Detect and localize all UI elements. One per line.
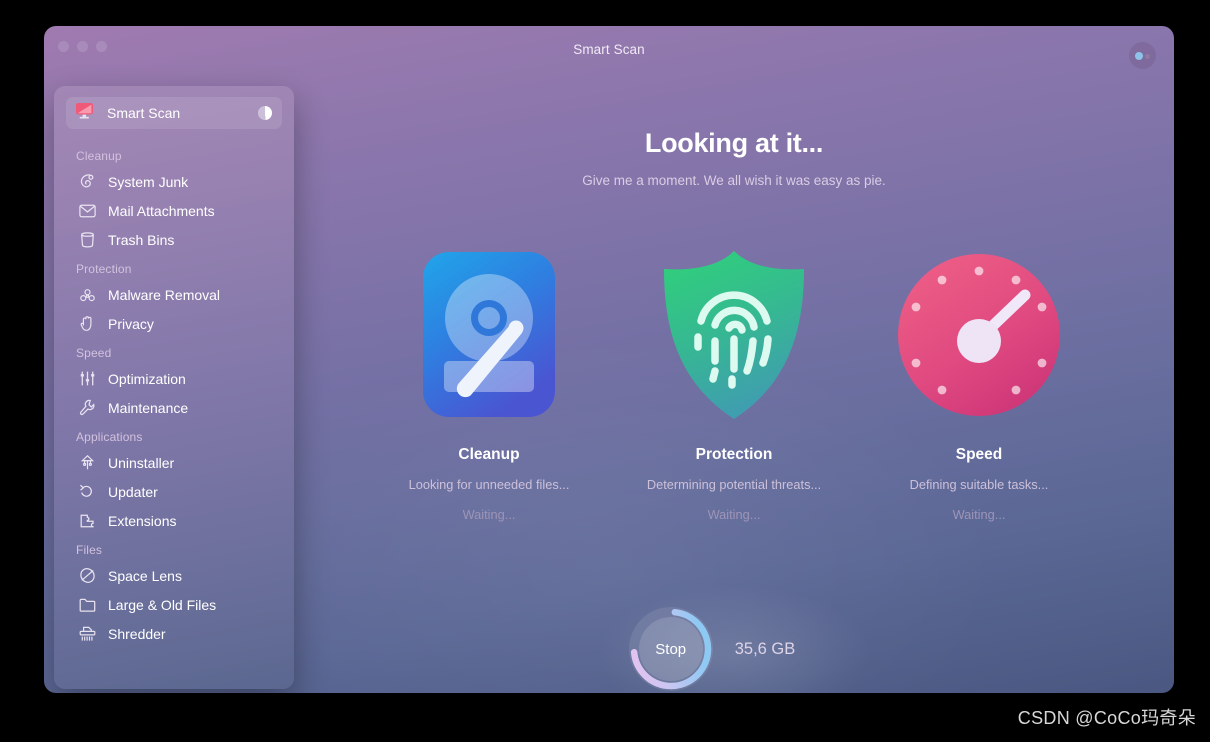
account-active-dot xyxy=(1135,52,1143,60)
module-status: Looking for unneeded files... xyxy=(408,477,570,492)
trowel-icon xyxy=(76,452,98,474)
module-state: Waiting... xyxy=(952,507,1006,522)
sidebar-item-extensions[interactable]: Extensions xyxy=(54,506,294,535)
sidebar-item-privacy[interactable]: Privacy xyxy=(54,309,294,338)
sidebar-item-trash-bins[interactable]: Trash Bins xyxy=(54,225,294,254)
sidebar-item-maintenance[interactable]: Maintenance xyxy=(54,393,294,422)
sidebar-item-system-junk[interactable]: System Junk xyxy=(54,167,294,196)
sidebar-item-label: Extensions xyxy=(108,512,177,529)
envelope-icon xyxy=(76,200,98,222)
sidebar-group-title: Files xyxy=(76,543,103,557)
sidebar-item-label: Privacy xyxy=(108,315,154,332)
module-state: Waiting... xyxy=(707,507,761,522)
biohazard-icon xyxy=(76,284,98,306)
hard-drive-icon xyxy=(367,237,612,432)
sidebar-item-updater[interactable]: Updater xyxy=(54,477,294,506)
scan-module-cleanup[interactable]: Cleanup Looking for unneeded files... Wa… xyxy=(367,237,612,522)
sidebar-item-label: Uninstaller xyxy=(108,454,175,471)
module-title: Cleanup xyxy=(458,446,520,463)
sidebar-item-space-lens[interactable]: Space Lens xyxy=(54,561,294,590)
module-title: Protection xyxy=(695,446,773,463)
title-bar: Smart Scan xyxy=(44,26,1174,82)
hand-icon xyxy=(76,313,98,335)
page-title: Looking at it... xyxy=(644,128,824,158)
sliders-icon xyxy=(76,368,98,390)
sidebar-item-label: Shredder xyxy=(108,625,166,642)
sidebar-item-label: Maintenance xyxy=(108,399,189,416)
sidebar-item-uninstaller[interactable]: Uninstaller xyxy=(54,448,294,477)
window-title: Smart Scan xyxy=(573,42,645,57)
module-status: Determining potential threats... xyxy=(646,477,822,492)
module-status: Defining suitable tasks... xyxy=(909,477,1049,492)
module-state: Waiting... xyxy=(462,507,516,522)
smart-scan-window: Smart Scan Smart Scan Cleanup System Jun… xyxy=(44,26,1174,693)
sidebar-item-smart-scan[interactable]: Smart Scan xyxy=(66,97,282,129)
smart-scan-monitor-icon xyxy=(75,102,94,124)
sidebar-item-label: Malware Removal xyxy=(108,286,221,303)
sidebar-item-malware-removal[interactable]: Malware Removal xyxy=(54,280,294,309)
puzzle-piece-icon xyxy=(76,510,98,532)
junk-spiral-icon xyxy=(76,171,98,193)
scan-footer: Stop 35,6 GB xyxy=(294,579,1174,693)
stop-cluster: Stop 35,6 GB xyxy=(628,607,796,691)
sidebar-item-label: Updater xyxy=(108,483,158,500)
sidebar-item-label: Optimization xyxy=(108,370,186,387)
space-lens-icon xyxy=(76,565,98,587)
sidebar-item-large-old-files[interactable]: Large & Old Files xyxy=(54,590,294,619)
scanned-size-value: 35,6 GB xyxy=(734,639,796,658)
speedometer-icon xyxy=(857,237,1102,432)
sidebar: Smart Scan Cleanup System Junk Mail Atta… xyxy=(54,86,294,689)
sidebar-item-optimization[interactable]: Optimization xyxy=(54,364,294,393)
sidebar-item-shredder[interactable]: Shredder xyxy=(54,619,294,648)
shredder-icon xyxy=(76,623,98,645)
sidebar-item-label: System Junk xyxy=(108,173,189,190)
scan-module-speed[interactable]: Speed Defining suitable tasks... Waiting… xyxy=(857,237,1102,522)
scan-modules: Cleanup Looking for unneeded files... Wa… xyxy=(294,237,1174,522)
sidebar-group-title: Protection xyxy=(76,262,132,276)
scan-module-protection[interactable]: Protection Determining potential threats… xyxy=(612,237,857,522)
sidebar-item-label: Large & Old Files xyxy=(108,596,217,613)
sidebar-group-title: Speed xyxy=(76,346,112,360)
main-content: Looking at it... Give me a moment. We al… xyxy=(294,82,1174,693)
module-title: Speed xyxy=(955,446,1003,463)
shield-fingerprint-icon xyxy=(612,237,857,432)
sidebar-item-label: Mail Attachments xyxy=(108,202,215,219)
half-pie-progress xyxy=(258,106,272,120)
folder-icon xyxy=(76,594,98,616)
trash-bin-icon xyxy=(76,229,98,251)
sidebar-item-mail-attachments[interactable]: Mail Attachments xyxy=(54,196,294,225)
stop-button-label: Stop xyxy=(655,640,687,658)
account-status-button[interactable] xyxy=(1129,42,1156,69)
wrench-icon xyxy=(76,397,98,419)
sidebar-item-label: Trash Bins xyxy=(108,231,175,248)
sidebar-item-label: Space Lens xyxy=(108,567,182,584)
sidebar-item-label: Smart Scan xyxy=(107,105,181,121)
refresh-arrow-icon xyxy=(76,481,98,503)
account-inactive-dot xyxy=(1145,54,1150,59)
sidebar-group-title: Cleanup xyxy=(76,149,122,163)
stop-button-inner: Stop xyxy=(638,617,703,681)
sidebar-group-title: Applications xyxy=(76,430,143,444)
watermark: CSDN @CoCo玛奇朵 xyxy=(1017,708,1196,728)
stop-button[interactable]: Stop xyxy=(628,607,713,691)
page-subtitle: Give me a moment. We all wish it was eas… xyxy=(582,173,886,188)
